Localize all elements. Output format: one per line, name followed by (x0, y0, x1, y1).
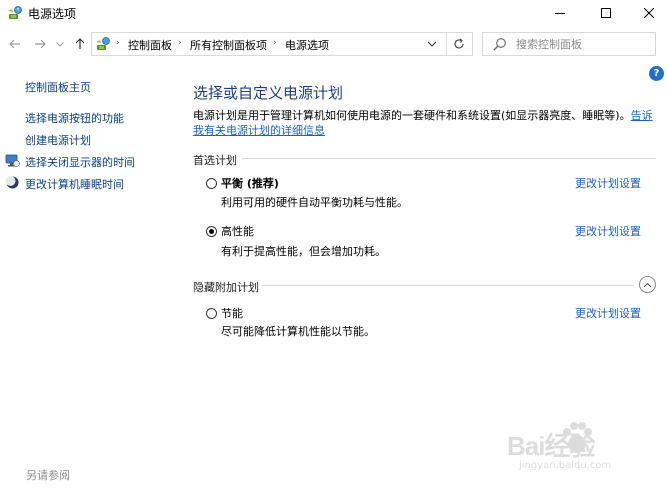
breadcrumb-all-items[interactable]: 所有控制面板项 (190, 37, 267, 53)
watermark-url: jingyan.baidu.com (519, 460, 612, 471)
watermark-text: Bai经验 (507, 431, 595, 461)
monitor-icon (5, 153, 20, 168)
maximize-button[interactable] (584, 0, 628, 26)
close-icon (644, 8, 654, 18)
power-options-icon (7, 5, 23, 21)
search-input[interactable] (516, 36, 651, 52)
maximize-icon (601, 8, 611, 18)
close-button[interactable] (627, 0, 667, 26)
chevron-up-icon (643, 282, 652, 287)
arrow-right-icon (35, 39, 46, 49)
plan-balanced-description: 利用可用的硬件自动平衡功耗与性能。 (221, 196, 408, 209)
plan-high-performance-name[interactable]: 高性能 (221, 223, 254, 239)
recent-locations-button[interactable] (55, 35, 65, 53)
navigation-bar: › 控制面板 › 所有控制面板项 › 电源选项 (0, 26, 667, 62)
chevron-down-icon (427, 41, 437, 47)
sidebar-item-display-off-time[interactable]: 选择关闭显示器的时间 (25, 154, 135, 170)
see-also-heading: 另请参阅 (26, 469, 70, 482)
forward-button[interactable] (32, 35, 48, 53)
plan-balanced-name[interactable]: 平衡 (推荐) (221, 175, 279, 191)
plan-high-performance-radio[interactable] (206, 226, 217, 237)
address-bar[interactable]: › 控制面板 › 所有控制面板项 › 电源选项 (91, 32, 473, 56)
breadcrumb-separator-icon: › (273, 38, 277, 48)
description-text: 电源计划是用于管理计算机如何使用电源的一套硬件和系统设置(如显示器亮度、睡眠等)… (193, 109, 631, 122)
hidden-plans-header[interactable]: 隐藏附加计划 (193, 279, 259, 295)
baidu-watermark: Bai经验 jingyan.baidu.com (505, 418, 655, 480)
breadcrumb-control-panel[interactable]: 控制面板 (128, 37, 172, 53)
plan-high-performance-description: 有利于提高性能，但会增加功耗。 (221, 245, 386, 258)
plan-power-saver-name[interactable]: 节能 (221, 305, 243, 321)
refresh-icon (454, 38, 464, 49)
sidebar-item-power-button-function[interactable]: 选择电源按钮的功能 (25, 110, 124, 126)
up-button[interactable] (72, 35, 88, 53)
page-title: 选择或自定义电源计划 (193, 84, 344, 102)
plan-balanced-radio[interactable] (206, 178, 217, 189)
preferred-plans-header: 首选计划 (193, 154, 237, 167)
plan-power-saver-radio[interactable] (206, 308, 217, 319)
sidebar-item-sleep-time[interactable]: 更改计算机睡眠时间 (25, 176, 124, 192)
plan-high-performance-change-settings-link[interactable]: 更改计划设置 (575, 223, 641, 239)
collapse-hidden-plans-button[interactable] (639, 276, 656, 293)
sidebar-item-control-panel-home[interactable]: 控制面板主页 (25, 79, 91, 95)
address-dropdown-button[interactable] (423, 37, 441, 51)
breadcrumb-separator-icon: › (116, 38, 120, 48)
arrow-left-icon (9, 39, 20, 49)
help-icon[interactable]: ? (649, 66, 664, 81)
page-description: 电源计划是用于管理计算机如何使用电源的一套硬件和系统设置(如显示器亮度、睡眠等)… (193, 108, 659, 138)
plan-power-saver-description: 尽可能降低计算机性能以节能。 (221, 325, 375, 338)
chevron-down-icon (56, 41, 64, 47)
breadcrumb-separator-icon: › (178, 38, 182, 48)
minimize-button[interactable] (538, 0, 582, 26)
back-button[interactable] (7, 35, 23, 53)
search-box[interactable] (482, 32, 656, 56)
breadcrumb-power-options[interactable]: 电源选项 (285, 37, 329, 53)
window-title: 电源选项 (28, 7, 77, 21)
search-icon (493, 37, 507, 51)
plan-power-saver-change-settings-link[interactable]: 更改计划设置 (575, 305, 641, 321)
title-bar: 电源选项 (0, 0, 667, 26)
arrow-up-icon (75, 38, 85, 49)
plan-balanced-change-settings-link[interactable]: 更改计划设置 (575, 175, 641, 191)
section-divider (242, 158, 656, 159)
address-divider (446, 33, 447, 55)
section-divider (262, 285, 634, 286)
moon-icon (5, 175, 20, 190)
refresh-button[interactable] (450, 36, 468, 52)
sidebar-item-create-power-plan[interactable]: 创建电源计划 (25, 132, 91, 148)
minimize-icon (555, 13, 565, 14)
control-panel-icon (95, 36, 111, 52)
